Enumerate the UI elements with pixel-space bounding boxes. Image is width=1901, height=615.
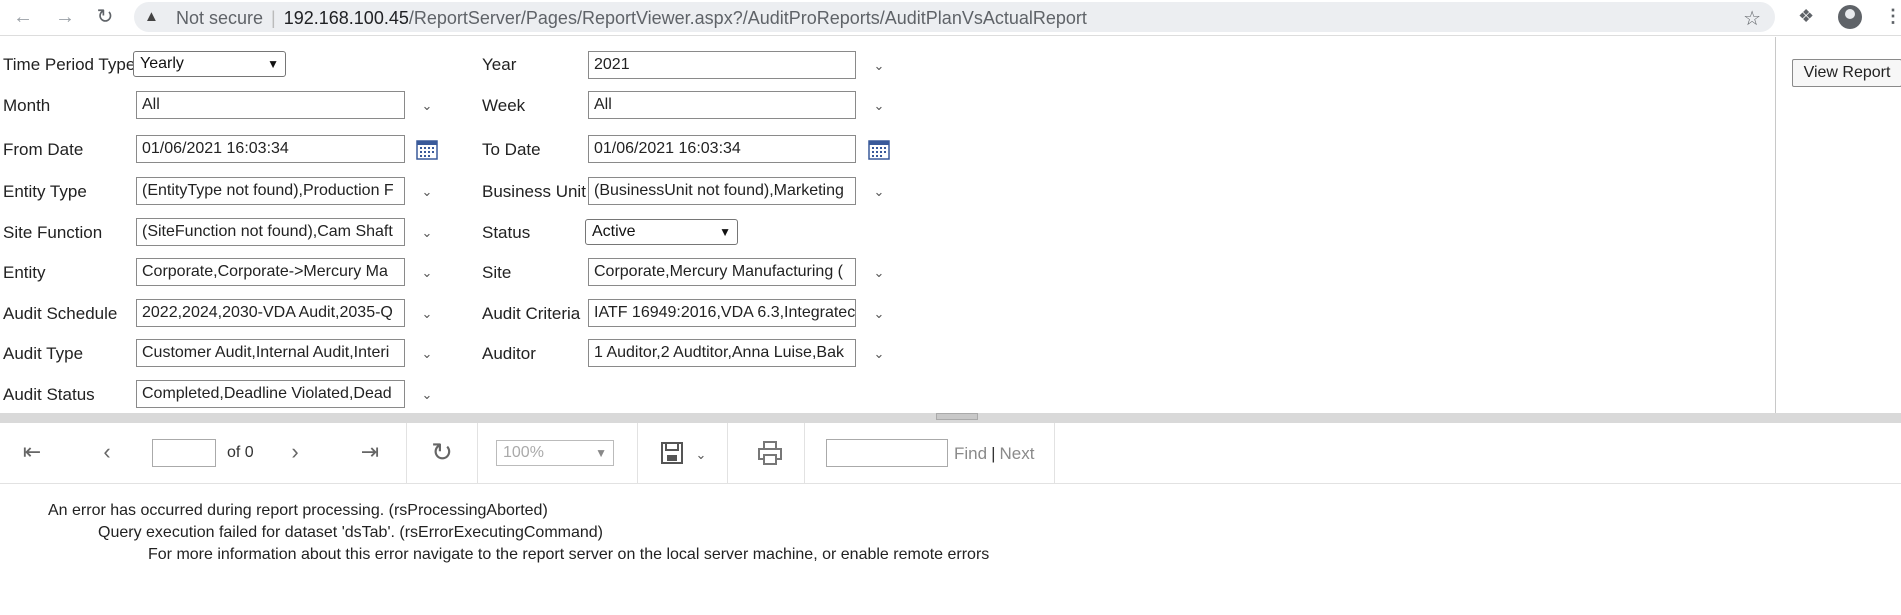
audit-type-dropdown-chevron-icon[interactable]: ⌄	[420, 347, 434, 361]
month-label: Month	[3, 96, 51, 115]
view-report-button[interactable]: View Report	[1792, 59, 1901, 87]
week-field[interactable]: All	[588, 91, 856, 119]
find-divider: |	[991, 444, 996, 463]
error-message-line-3: For more information about this error na…	[148, 546, 990, 563]
from-date-label: From Date	[3, 140, 84, 159]
toolbar-divider	[1054, 423, 1055, 483]
audit-schedule-field[interactable]: 2022,2024,2030-VDA Audit,2035-Q	[136, 299, 405, 327]
audit-status-label: Audit Status	[3, 385, 95, 404]
previous-page-icon[interactable]: ‹	[95, 440, 119, 464]
find-next-controls: Find | Next	[954, 444, 1034, 464]
site-field[interactable]: Corporate,Mercury Manufacturing (	[588, 258, 856, 286]
extensions-puzzle-icon[interactable]: ❖	[1798, 6, 1814, 27]
collapse-parameters-handle[interactable]	[936, 413, 978, 420]
find-link[interactable]: Find	[954, 444, 987, 463]
toolbar-divider	[804, 423, 805, 483]
chevron-down-icon: ▼	[595, 446, 607, 460]
entity-type-label: Entity Type	[3, 182, 87, 201]
year-label: Year	[482, 55, 517, 74]
page-count-label: of 0	[227, 444, 254, 461]
zoom-value: 100%	[503, 444, 544, 461]
to-date-calendar-icon[interactable]	[868, 138, 890, 160]
auditor-field[interactable]: 1 Auditor,2 Audtitor,Anna Luise,Bak	[588, 339, 856, 367]
entity-type-dropdown-chevron-icon[interactable]: ⌄	[420, 185, 434, 199]
status-select[interactable]: Active ▼	[585, 219, 738, 245]
from-date-calendar-icon[interactable]	[416, 138, 438, 160]
auditor-dropdown-chevron-icon[interactable]: ⌄	[872, 347, 886, 361]
audit-criteria-field[interactable]: IATF 16949:2016,VDA 6.3,Integratec	[588, 299, 856, 327]
toolbar-divider	[406, 423, 407, 483]
bookmark-star-icon[interactable]: ☆	[1743, 6, 1761, 31]
last-page-icon[interactable]: ⇥	[358, 440, 382, 464]
chevron-down-icon: ▼	[719, 225, 731, 239]
url-host: 192.168.100.45	[283, 8, 409, 28]
chevron-down-icon: ▼	[267, 57, 279, 71]
export-chevron-down-icon[interactable]: ⌄	[694, 448, 708, 462]
reload-icon[interactable]: ↻	[94, 6, 116, 28]
business-unit-field[interactable]: (BusinessUnit not found),Marketing	[588, 177, 856, 205]
audit-criteria-dropdown-chevron-icon[interactable]: ⌄	[872, 307, 886, 321]
site-function-dropdown-chevron-icon[interactable]: ⌄	[420, 226, 434, 240]
status-value: Active	[592, 223, 636, 240]
url-text: Not secure | 192.168.100.45/ReportServer/P…	[176, 8, 1087, 28]
to-date-label: To Date	[482, 140, 541, 159]
forward-icon[interactable]: →	[54, 6, 76, 28]
next-link[interactable]: Next	[1000, 444, 1035, 463]
back-icon[interactable]: ←	[12, 6, 34, 28]
warning-icon: ▲	[144, 8, 159, 25]
auditor-label: Auditor	[482, 344, 536, 363]
year-field[interactable]: 2021	[588, 51, 856, 79]
week-dropdown-chevron-icon[interactable]: ⌄	[872, 99, 886, 113]
first-page-icon[interactable]: ⇤	[20, 440, 44, 464]
month-field[interactable]: All	[136, 91, 405, 119]
audit-schedule-dropdown-chevron-icon[interactable]: ⌄	[420, 307, 434, 321]
audit-status-field[interactable]: Completed,Deadline Violated,Dead	[136, 380, 405, 408]
toolbar-divider	[477, 423, 478, 483]
profile-avatar-icon[interactable]	[1838, 5, 1862, 29]
report-toolbar: ⇤ ‹ of 0 › ⇥ ↻ 100% ▼ ⌄ Find | Next	[0, 423, 1901, 484]
audit-schedule-label: Audit Schedule	[3, 304, 118, 323]
url-path: /ReportServer/Pages/ReportViewer.aspx?/A…	[408, 8, 1087, 28]
time-period-type-label: Time Period Type	[3, 55, 136, 74]
entity-field[interactable]: Corporate,Corporate->Mercury Ma	[136, 258, 405, 286]
save-export-icon[interactable]	[660, 441, 684, 465]
print-icon[interactable]	[757, 440, 783, 466]
refresh-icon[interactable]: ↻	[428, 439, 456, 465]
entity-dropdown-chevron-icon[interactable]: ⌄	[420, 266, 434, 280]
toolbar-divider	[727, 423, 728, 483]
audit-type-label: Audit Type	[3, 344, 84, 363]
to-date-field[interactable]: 01/06/2021 16:03:34	[588, 135, 856, 163]
time-period-type-select[interactable]: Yearly ▼	[133, 51, 286, 77]
audit-type-field[interactable]: Customer Audit,Internal Audit,Interi	[136, 339, 405, 367]
entity-type-field[interactable]: (EntityType not found),Production F	[136, 177, 405, 205]
find-text-input[interactable]	[826, 439, 948, 467]
business-unit-label: Business Unit	[482, 182, 586, 201]
panel-divider	[1775, 37, 1776, 413]
site-label: Site	[482, 263, 512, 282]
browser-toolbar: ← → ↻ ▲ Not secure | 192.168.100.45/Report…	[0, 0, 1901, 36]
page-number-input[interactable]	[152, 439, 216, 467]
site-function-label: Site Function	[3, 223, 103, 242]
entity-label: Entity	[3, 263, 46, 282]
next-page-icon[interactable]: ›	[283, 440, 307, 464]
toolbar-divider	[637, 423, 638, 483]
menu-kebab-icon[interactable]: ⋮	[1884, 6, 1901, 27]
security-label: Not secure	[176, 8, 264, 28]
status-label: Status	[482, 223, 531, 242]
site-function-field[interactable]: (SiteFunction not found),Cam Shaft	[136, 218, 405, 246]
week-label: Week	[482, 96, 526, 115]
site-dropdown-chevron-icon[interactable]: ⌄	[872, 266, 886, 280]
audit-criteria-label: Audit Criteria	[482, 304, 581, 323]
error-message-line-1: An error has occurred during report proc…	[48, 502, 548, 519]
from-date-field[interactable]: 01/06/2021 16:03:34	[136, 135, 405, 163]
audit-status-dropdown-chevron-icon[interactable]: ⌄	[420, 388, 434, 402]
year-dropdown-chevron-icon[interactable]: ⌄	[872, 59, 886, 73]
zoom-select[interactable]: 100% ▼	[496, 440, 614, 466]
address-bar[interactable]: ▲ Not secure | 192.168.100.45/ReportServer…	[134, 2, 1775, 32]
error-message-line-2: Query execution failed for dataset 'dsTa…	[98, 524, 603, 541]
time-period-type-value: Yearly	[140, 55, 184, 72]
business-unit-dropdown-chevron-icon[interactable]: ⌄	[872, 185, 886, 199]
month-dropdown-chevron-icon[interactable]: ⌄	[420, 99, 434, 113]
